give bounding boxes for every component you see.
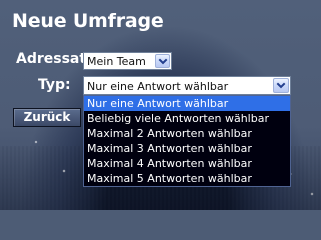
typ-option-maximal-5-antworten[interactable]: Maximal 5 Antworten wählbar xyxy=(84,171,290,186)
typ-option-maximal-4-antworten[interactable]: Maximal 4 Antworten wählbar xyxy=(84,156,290,171)
typ-dropdown-button[interactable] xyxy=(273,78,289,93)
typ-label: Typ: xyxy=(38,77,71,93)
typ-select[interactable]: Nur eine Antwort wählbar xyxy=(83,76,291,95)
typ-option-nur-eine-antwort[interactable]: Nur eine Antwort wählbar xyxy=(84,96,290,111)
chevron-down-icon xyxy=(158,58,168,65)
typ-option-beliebig-viele-antworten[interactable]: Beliebig viele Antworten wählbar xyxy=(84,111,290,126)
typ-selected-value: Nur eine Antwort wählbar xyxy=(87,80,229,93)
chevron-down-icon xyxy=(276,82,286,89)
adressat-label: Adressat: xyxy=(16,51,92,67)
adressat-select[interactable]: Mein Team xyxy=(83,52,172,70)
typ-dropdown-list[interactable]: Nur eine Antwort wählbar Beliebig viele … xyxy=(83,95,291,187)
typ-option-maximal-3-antworten[interactable]: Maximal 3 Antworten wählbar xyxy=(84,141,290,156)
back-button[interactable]: Zurück xyxy=(13,108,81,127)
adressat-dropdown-button[interactable] xyxy=(155,54,170,68)
typ-option-maximal-2-antworten[interactable]: Maximal 2 Antworten wählbar xyxy=(84,126,290,141)
page-title: Neue Umfrage xyxy=(12,10,164,32)
adressat-selected-value: Mein Team xyxy=(87,55,146,68)
